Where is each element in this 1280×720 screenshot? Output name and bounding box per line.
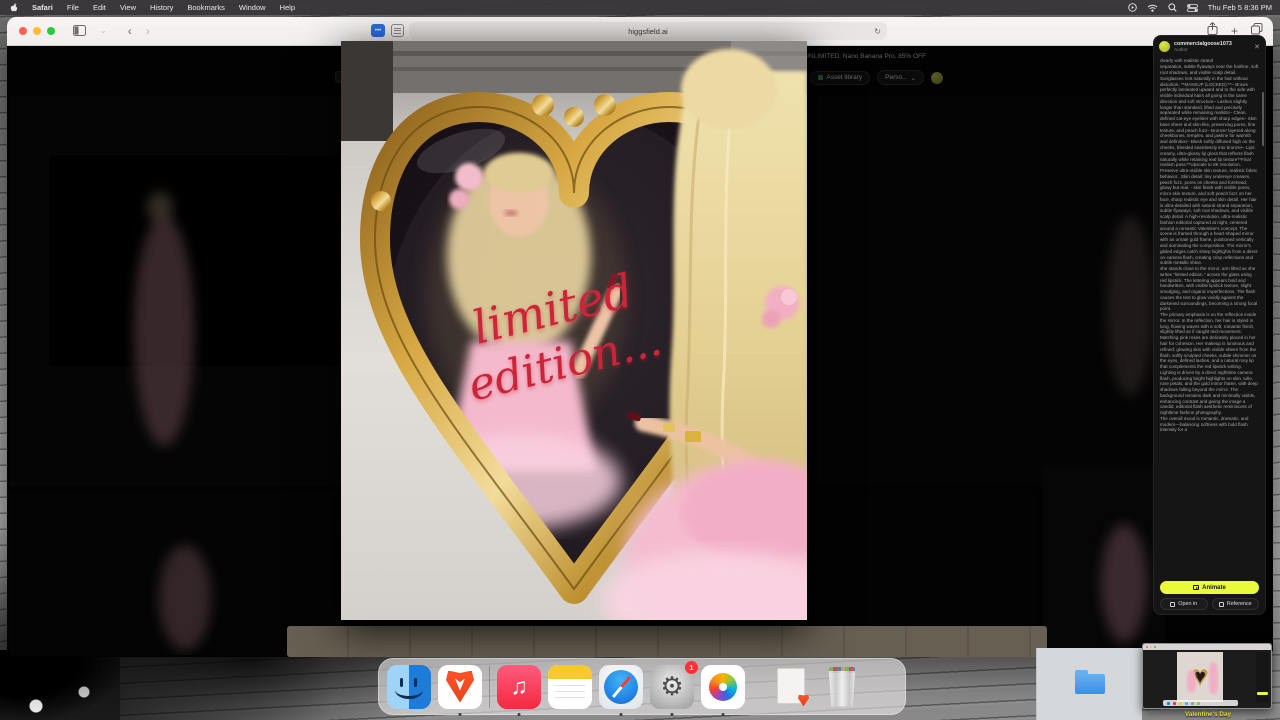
- wifi-icon[interactable]: [1147, 4, 1158, 12]
- forward-button[interactable]: ›: [146, 25, 150, 37]
- menu-edit[interactable]: Edit: [93, 3, 106, 12]
- settings-notification-badge: 1: [685, 661, 698, 674]
- prompt-text[interactable]: clearly with realistic strand separation…: [1154, 56, 1265, 534]
- dock-settings-icon[interactable]: ⚙ 1: [650, 665, 694, 709]
- panel-scrollbar[interactable]: [1262, 92, 1264, 146]
- menu-file[interactable]: File: [67, 3, 79, 12]
- menu-bookmarks[interactable]: Bookmarks: [187, 3, 225, 12]
- prompt-panel: commercialgoose1073 Author ✕ clearly wit…: [1153, 35, 1266, 615]
- dock-finder-icon[interactable]: [387, 665, 431, 709]
- author-role: Author: [1174, 47, 1232, 52]
- reader-extension-icon[interactable]: [391, 24, 404, 37]
- animate-button[interactable]: Animate: [1160, 581, 1259, 594]
- menu-history[interactable]: History: [150, 3, 173, 12]
- dock-notes-icon[interactable]: [548, 665, 592, 709]
- folder-icon[interactable]: [1075, 674, 1105, 694]
- url-text: higgsfield.ai: [628, 27, 668, 36]
- preview-image: limited limited edition... edition...: [341, 41, 807, 620]
- dock-safari-icon[interactable]: [599, 665, 643, 709]
- sidebar-chevron-icon[interactable]: ⌄: [100, 27, 107, 35]
- apple-menu-icon[interactable]: [10, 3, 18, 12]
- menu-clock[interactable]: Thu Feb 5 8:36 PM: [1208, 3, 1272, 12]
- mini-animate-bar: [1257, 692, 1268, 695]
- animate-icon: [1193, 585, 1199, 590]
- address-bar[interactable]: higgsfield.ai ↻: [409, 22, 887, 40]
- dock: ♫ ⚙ 1: [378, 658, 906, 715]
- control-center-icon[interactable]: [1187, 4, 1198, 12]
- finder-window-edge: [1036, 648, 1142, 720]
- close-panel-icon[interactable]: ✕: [1254, 43, 1260, 51]
- minimized-window-label: Valentine's Day: [1152, 711, 1264, 718]
- mini-figure: [1209, 662, 1218, 694]
- back-button[interactable]: ‹: [128, 25, 132, 37]
- dock-trash-icon[interactable]: [820, 665, 864, 709]
- password-extension-icon[interactable]: •••: [371, 24, 385, 37]
- panel-header: commercialgoose1073 Author ✕: [1154, 36, 1265, 56]
- close-window-button[interactable]: [19, 27, 27, 35]
- menu-safari[interactable]: Safari: [32, 3, 53, 12]
- menu-bar: Safari File Edit View History Bookmarks …: [0, 0, 1280, 15]
- dock-brave-icon[interactable]: [438, 665, 482, 709]
- open-in-icon: [1170, 602, 1175, 607]
- dock-music-icon[interactable]: ♫: [497, 665, 541, 709]
- menu-window[interactable]: Window: [239, 3, 266, 12]
- screen-record-status-icon[interactable]: [1128, 3, 1137, 12]
- open-in-button[interactable]: Open in: [1160, 598, 1208, 610]
- menu-help[interactable]: Help: [280, 3, 295, 12]
- image-preview-modal: limited limited edition... edition...: [341, 41, 807, 620]
- reference-icon: [1219, 602, 1224, 607]
- minimized-window-thumbnail[interactable]: ♥ ♥: [1142, 643, 1272, 709]
- dock-download-document-icon[interactable]: [769, 665, 813, 709]
- sidebar-toggle-icon[interactable]: [73, 25, 86, 38]
- wallpaper-fur-texture: [0, 650, 120, 720]
- minimize-window-button[interactable]: [33, 27, 41, 35]
- mini-titlebar: [1143, 644, 1271, 650]
- reload-icon[interactable]: ↻: [874, 27, 881, 36]
- zoom-window-button[interactable]: [47, 27, 55, 35]
- reference-button[interactable]: Reference: [1212, 598, 1260, 610]
- menu-view[interactable]: View: [120, 3, 136, 12]
- dock-photos-icon[interactable]: [701, 665, 745, 709]
- author-avatar[interactable]: [1159, 41, 1170, 52]
- dock-divider: [489, 666, 490, 708]
- spotlight-search-icon[interactable]: [1168, 3, 1177, 12]
- mini-figure: [1187, 670, 1196, 692]
- mini-dock: [1163, 700, 1238, 706]
